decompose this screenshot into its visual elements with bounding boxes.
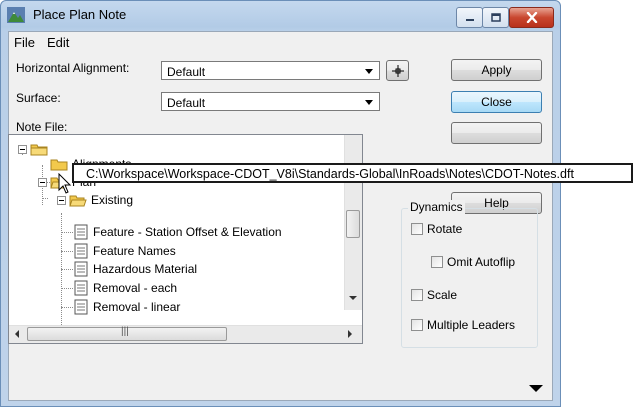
place-plan-note-window: Place Plan Note File Edit Horizontal Ali… bbox=[0, 0, 561, 407]
rotate-checkbox[interactable]: Rotate bbox=[411, 222, 462, 236]
tree-item-label: Feature - Station Offset & Elevation bbox=[93, 225, 282, 239]
tree-item-label: Removal - linear bbox=[93, 300, 181, 314]
scroll-left-icon[interactable] bbox=[15, 330, 19, 338]
horizontal-alignment-dropdown[interactable]: Default bbox=[161, 61, 380, 80]
tree-item-feature-station-offset[interactable]: Feature - Station Offset & Elevation bbox=[74, 223, 282, 241]
vertical-scroll-thumb[interactable] bbox=[346, 210, 360, 238]
target-icon bbox=[391, 64, 404, 77]
close-icon bbox=[526, 12, 537, 23]
menu-bar: File Edit bbox=[9, 32, 552, 52]
partially-hidden-button[interactable] bbox=[451, 122, 542, 144]
horizontal-alignment-label: Horizontal Alignment: bbox=[16, 61, 130, 75]
checkbox-icon[interactable] bbox=[411, 289, 423, 301]
minimize-icon bbox=[465, 18, 474, 21]
maximize-icon bbox=[490, 13, 501, 22]
rotate-label: Rotate bbox=[427, 222, 463, 236]
document-icon bbox=[74, 261, 88, 277]
document-icon bbox=[74, 299, 88, 315]
collapse-icon[interactable] bbox=[18, 144, 27, 154]
scale-checkbox[interactable]: Scale bbox=[411, 288, 457, 302]
file-path-tooltip: C:\Workspace\Workspace-CDOT_V8i\Standard… bbox=[72, 163, 633, 183]
scroll-right-icon[interactable] bbox=[348, 330, 352, 338]
dynamics-title: Dynamics bbox=[408, 200, 465, 214]
checkbox-icon[interactable] bbox=[411, 223, 423, 235]
target-button[interactable] bbox=[386, 60, 409, 81]
close-button[interactable]: Close bbox=[451, 91, 542, 113]
horizontal-scroll-thumb[interactable]: ||| bbox=[27, 326, 227, 341]
note-file-label: Note File: bbox=[16, 120, 68, 134]
document-icon bbox=[74, 243, 88, 259]
surface-value: Default bbox=[167, 96, 206, 110]
collapse-icon[interactable] bbox=[57, 195, 66, 205]
chevron-down-icon bbox=[365, 69, 373, 74]
scale-label: Scale bbox=[427, 288, 458, 302]
close-window-button[interactable] bbox=[509, 7, 554, 28]
tree-item-root[interactable] bbox=[18, 140, 52, 158]
omit-autoflip-label: Omit Autoflip bbox=[447, 255, 516, 269]
tree-horizontal-scrollbar[interactable]: ||| bbox=[9, 325, 362, 343]
apply-button[interactable]: Apply bbox=[451, 59, 542, 81]
window-title: Place Plan Note bbox=[33, 7, 127, 22]
tree-item-removal-each[interactable]: Removal - each bbox=[74, 279, 177, 297]
maximize-button[interactable] bbox=[482, 7, 509, 28]
title-bar[interactable]: Place Plan Note bbox=[1, 1, 560, 29]
expand-dialog-icon[interactable] bbox=[529, 385, 543, 392]
tree-item-label: Existing bbox=[91, 193, 134, 207]
folder-icon bbox=[30, 144, 48, 155]
checkbox-icon[interactable] bbox=[431, 256, 443, 268]
surface-label: Surface: bbox=[16, 91, 61, 105]
horizontal-alignment-value: Default bbox=[167, 65, 206, 79]
tree-item-label: Removal - each bbox=[93, 281, 178, 295]
surface-dropdown[interactable]: Default bbox=[161, 92, 380, 111]
minimize-button[interactable] bbox=[456, 7, 483, 28]
app-icon bbox=[7, 7, 25, 23]
document-icon bbox=[74, 280, 88, 296]
mouse-cursor-icon bbox=[58, 173, 72, 194]
folder-open-icon bbox=[69, 195, 87, 206]
scroll-down-icon[interactable] bbox=[349, 296, 357, 300]
folder-icon bbox=[50, 159, 68, 170]
tree-item-hazardous-material[interactable]: Hazardous Material bbox=[74, 260, 197, 278]
chevron-down-icon bbox=[365, 100, 373, 105]
multiple-leaders-checkbox[interactable]: Multiple Leaders bbox=[411, 318, 515, 332]
tree-item-label: Feature Names bbox=[93, 244, 176, 258]
tree-item-label: Hazardous Material bbox=[93, 262, 198, 276]
tree-vertical-scrollbar[interactable] bbox=[344, 135, 362, 310]
tree-item-feature-names[interactable]: Feature Names bbox=[74, 242, 176, 260]
tooltip-path: C:\Workspace\Workspace-CDOT_V8i\Standard… bbox=[86, 167, 574, 181]
omit-autoflip-checkbox[interactable]: Omit Autoflip bbox=[431, 255, 515, 269]
document-icon bbox=[74, 224, 88, 240]
tree-item-removal-linear[interactable]: Removal - linear bbox=[74, 298, 180, 316]
menu-file[interactable]: File bbox=[14, 35, 35, 50]
collapse-icon[interactable] bbox=[38, 177, 47, 187]
checkbox-icon[interactable] bbox=[411, 319, 423, 331]
multiple-leaders-label: Multiple Leaders bbox=[427, 318, 516, 332]
menu-edit[interactable]: Edit bbox=[47, 35, 69, 50]
